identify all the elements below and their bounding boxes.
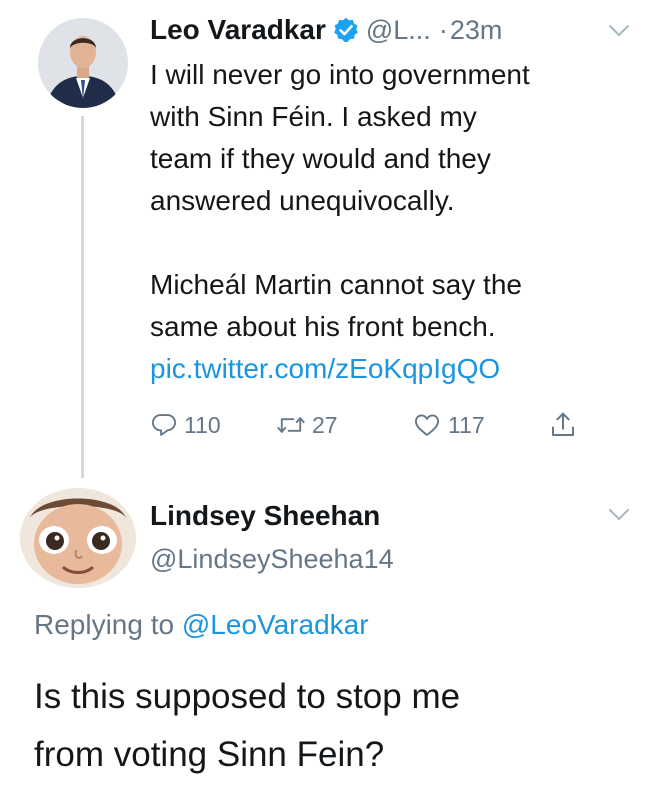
- share-icon: [548, 410, 578, 440]
- replying-to-line: Replying to @LeoVaradkar: [34, 609, 369, 641]
- avatar-cartoon-face-image: [20, 488, 136, 588]
- reply-button[interactable]: 110: [150, 408, 221, 442]
- tweet-text-paragraph-2: Micheál Martin cannot say the same about…: [150, 269, 522, 342]
- header-separator: ·: [438, 14, 448, 45]
- author-handle[interactable]: @L...: [366, 15, 431, 46]
- like-count: 117: [448, 411, 485, 438]
- reply-author-name[interactable]: Lindsey Sheehan: [150, 500, 380, 532]
- like-button[interactable]: 117: [412, 408, 485, 442]
- reply-icon: [150, 411, 178, 439]
- retweet-icon: [276, 411, 306, 439]
- tweet-timestamp[interactable]: 23m: [450, 15, 503, 46]
- heart-icon: [412, 411, 442, 439]
- replying-to-label: Replying to: [34, 609, 175, 640]
- reply-count: 110: [184, 411, 221, 438]
- retweet-button[interactable]: 27: [276, 408, 338, 442]
- author-avatar[interactable]: [38, 18, 128, 108]
- share-button[interactable]: [548, 408, 578, 442]
- reply-author-handle[interactable]: @LindseySheeha14: [150, 544, 394, 575]
- chevron-down-icon[interactable]: [608, 508, 630, 527]
- verified-badge-icon: [332, 16, 360, 44]
- tweet-text-paragraph-1: I will never go into government with Sin…: [150, 59, 530, 216]
- tweet-media-link[interactable]: pic.twitter.com/zEoKqpIgQO: [150, 348, 500, 390]
- tweet-actions-bar: 110 27 117: [150, 408, 600, 442]
- author-name[interactable]: Leo Varadkar: [150, 14, 326, 46]
- avatar-portrait-image: [38, 18, 128, 108]
- replying-to-mention[interactable]: @LeoVaradkar: [182, 609, 369, 640]
- thread-connector-line: [81, 116, 84, 478]
- chevron-down-icon[interactable]: [608, 24, 630, 43]
- reply-author-avatar[interactable]: [20, 488, 136, 588]
- retweet-count: 27: [312, 411, 338, 438]
- tweet-header: Leo Varadkar @L... · 23m: [150, 12, 502, 48]
- reply-text: Is this supposed to stop me from voting …: [34, 677, 461, 774]
